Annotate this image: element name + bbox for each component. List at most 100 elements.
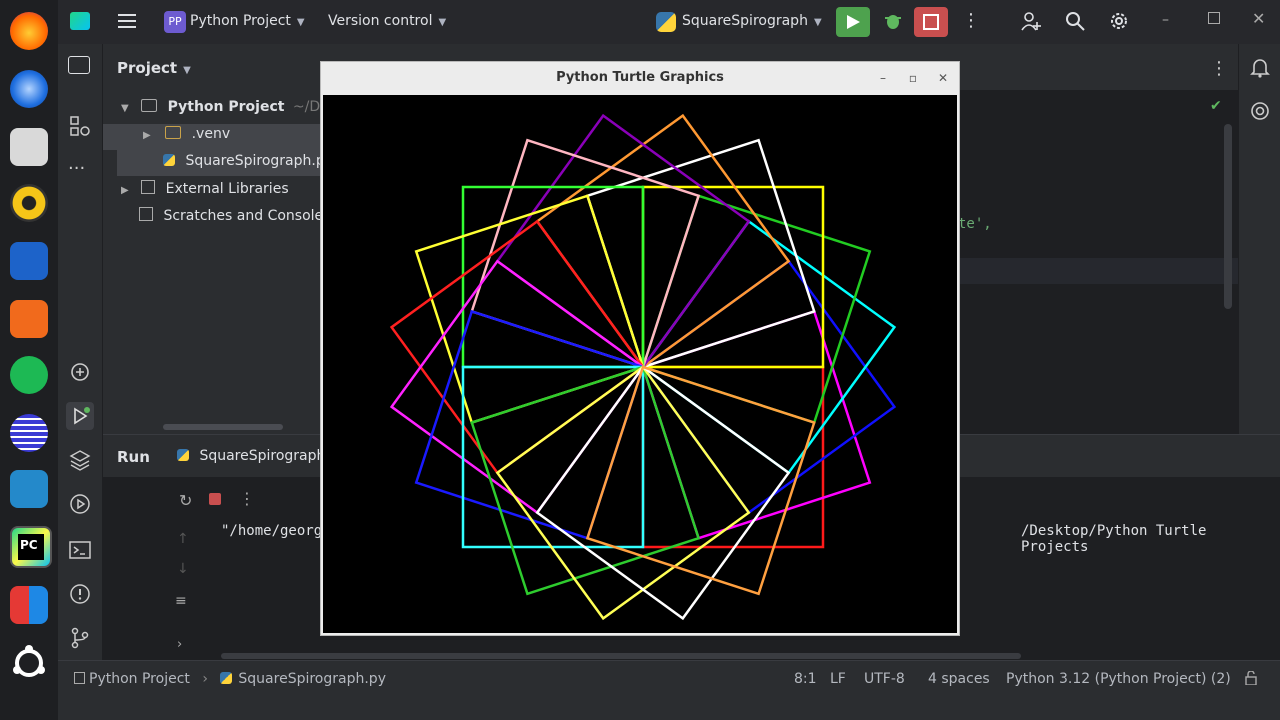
spirograph-drawing [389, 113, 897, 621]
spiro-square [470, 138, 701, 369]
close-icon[interactable]: ✕ [1252, 9, 1265, 28]
tree-file[interactable]: SquareSpirograph.py [163, 153, 333, 169]
file-encoding[interactable]: UTF-8 [864, 671, 905, 687]
run-more-icon[interactable]: ⋮ [239, 489, 255, 508]
pycharm-icon[interactable]: PC [10, 526, 52, 568]
rhythmbox-icon[interactable] [10, 184, 48, 222]
editor-more-icon[interactable]: ⋮ [1210, 58, 1228, 79]
add-user-icon[interactable] [1020, 10, 1042, 32]
python-interpreter[interactable]: Python 3.12 (Python Project) (2) [1006, 671, 1231, 687]
rerun-button[interactable] [836, 7, 870, 37]
writer-icon[interactable] [10, 242, 48, 280]
spiro-square [585, 138, 816, 369]
turtle-graphics-window[interactable]: Python Turtle Graphics – ▫ ✕ [320, 61, 960, 636]
caret-position[interactable]: 8:1 [794, 671, 817, 687]
venv-label: .venv [191, 126, 231, 142]
editor-scrollbar[interactable] [1224, 124, 1232, 309]
python-file-icon [177, 449, 189, 461]
stop-button[interactable] [914, 7, 948, 37]
thunderbird-icon[interactable] [10, 70, 48, 108]
rerun-icon[interactable]: ↻ [179, 491, 192, 510]
editor-tabs-bar [958, 44, 1280, 90]
hamburger-menu-icon[interactable] [118, 12, 138, 30]
eclipse-icon[interactable] [10, 414, 48, 452]
problems-icon[interactable] [68, 582, 92, 606]
apps-grid-icon[interactable] [10, 586, 48, 624]
vcs-label: Version control [328, 13, 433, 29]
run-config-selector[interactable]: SquareSpirograph ▼ [682, 13, 822, 29]
project-title-label: Project [117, 59, 178, 77]
search-icon[interactable] [1064, 10, 1086, 32]
scroll-down-icon[interactable]: ↓ [177, 561, 189, 577]
run-tool-icon[interactable] [66, 402, 94, 430]
soft-wrap-icon[interactable]: ≡ [175, 593, 187, 609]
vcs-menu[interactable]: Version control ▼ [328, 13, 446, 29]
more-actions-icon[interactable]: ⋮ [962, 10, 980, 32]
tree-external-libraries[interactable]: ▶ External Libraries [121, 180, 289, 197]
spiro-square [641, 185, 825, 369]
tree-scratches[interactable]: Scratches and Consoles [139, 207, 330, 224]
project-panel-title[interactable]: Project ▼ [117, 59, 191, 77]
more-tools-icon[interactable]: ··· [68, 158, 92, 182]
ubuntu-icon[interactable] [10, 644, 48, 682]
files-icon[interactable] [10, 128, 48, 166]
console-hscrollbar[interactable] [221, 653, 1021, 659]
turtle-canvas[interactable] [323, 95, 957, 633]
terminal-icon[interactable] [68, 538, 92, 562]
tree-venv[interactable]: ▶ .venv [143, 126, 230, 142]
notifications-bell-icon[interactable] [1249, 56, 1271, 78]
spiro-square [414, 194, 645, 425]
breadcrumb-file[interactable]: SquareSpirograph.py [238, 671, 386, 687]
expand-icon: ▼ [121, 103, 129, 114]
inspection-ok-icon: ✔ [1210, 98, 1222, 114]
chevron-down-icon: ▼ [438, 17, 447, 28]
folder-icon [165, 126, 182, 139]
project-badge: PP [164, 11, 186, 33]
stop-icon[interactable] [209, 493, 221, 505]
scroll-up-icon[interactable]: ↑ [177, 531, 189, 547]
turtle-window-title: Python Turtle Graphics [556, 70, 724, 85]
project-name: Python Project [190, 13, 291, 29]
indent-setting[interactable]: 4 spaces [928, 671, 990, 687]
folder-icon [141, 99, 158, 112]
layers-icon[interactable] [68, 448, 92, 472]
tree-root[interactable]: ▼ Python Project ~/Des [121, 99, 336, 115]
minimize-icon[interactable]: – [1162, 12, 1169, 28]
restore-icon[interactable] [1208, 12, 1220, 24]
lock-icon[interactable] [1244, 671, 1258, 685]
run-config-tab[interactable]: SquareSpirograph [177, 448, 325, 464]
ai-assistant-icon[interactable] [1249, 100, 1271, 122]
project-folder-icon[interactable] [68, 56, 90, 74]
turtle-close-icon[interactable]: ✕ [935, 70, 951, 86]
chevron-down-icon: ▼ [813, 17, 822, 28]
git-icon[interactable] [68, 626, 92, 650]
horizontal-scrollbar[interactable] [163, 424, 283, 430]
vscode-icon[interactable] [10, 470, 48, 508]
breadcrumb-project[interactable]: Python Project [89, 671, 190, 687]
python-file-icon [656, 12, 676, 32]
spotify-icon[interactable] [10, 356, 48, 394]
python-file-icon [220, 672, 233, 684]
file-label: SquareSpirograph.py [185, 153, 334, 169]
expand-icon: ▶ [121, 185, 129, 196]
python-packages-icon[interactable] [68, 360, 92, 384]
editor-area[interactable]: ⋮ ✔ te', [958, 44, 1280, 434]
structure-icon[interactable] [68, 114, 92, 138]
turtle-maximize-icon[interactable]: ▫ [905, 70, 921, 86]
turtle-minimize-icon[interactable]: – [875, 70, 891, 86]
spiro-square [641, 194, 872, 425]
firefox-icon[interactable] [10, 12, 48, 50]
settings-gear-icon[interactable] [1108, 10, 1130, 32]
scratches-icon [139, 207, 153, 221]
project-switcher[interactable]: Python Project ▼ [190, 13, 305, 29]
app-center-icon[interactable] [10, 300, 48, 338]
spiro-square [641, 365, 825, 549]
status-bar: Python Project › SquareSpirograph.py 8:1… [58, 660, 1280, 697]
library-icon [141, 180, 156, 194]
debug-icon[interactable] [882, 10, 904, 32]
line-separator[interactable]: LF [830, 671, 846, 687]
run-tab[interactable]: Run [117, 448, 150, 466]
services-icon[interactable] [68, 492, 92, 516]
spiro-square [461, 365, 645, 549]
spiro-square [585, 365, 816, 596]
